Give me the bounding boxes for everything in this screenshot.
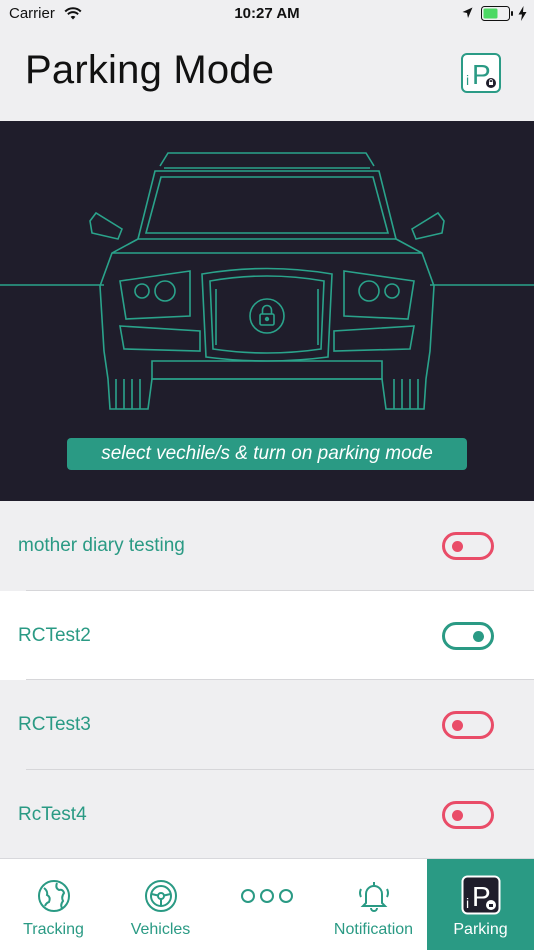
bell-icon <box>358 882 389 912</box>
parking-mode-toggle[interactable] <box>442 800 494 829</box>
tab-parking[interactable]: i P Parking <box>427 859 534 950</box>
hero-banner-area: select vechile/s & turn on parking mode <box>0 121 534 501</box>
vehicle-name: RCTest3 <box>18 714 91 735</box>
tab-label: Notification <box>333 921 414 938</box>
vehicle-row: RcTest4 <box>0 769 534 859</box>
charging-bolt-icon <box>518 6 527 21</box>
toggle-knob <box>452 720 463 731</box>
tab-vehicles[interactable]: Vehicles <box>107 859 214 950</box>
tab-label: Tracking <box>23 921 84 938</box>
steering-wheel-icon <box>144 880 177 912</box>
vehicle-name: mother diary testing <box>18 535 185 556</box>
toggle-knob <box>473 630 484 642</box>
parking-mode-toggle[interactable] <box>442 711 494 739</box>
toggle-knob <box>452 541 463 552</box>
svg-text:i: i <box>466 895 469 911</box>
tab-more[interactable] <box>214 859 320 950</box>
svg-text:i: i <box>466 72 469 88</box>
header: Parking Mode i P <box>0 28 534 121</box>
tab-label: Parking <box>453 921 508 938</box>
status-time: 10:27 AM <box>234 5 300 22</box>
battery-icon <box>481 6 513 21</box>
parking-mode-toggle[interactable] <box>442 621 494 650</box>
vehicle-row: mother diary testing <box>0 501 534 591</box>
vehicle-row: RCTest3 <box>0 680 534 770</box>
car-illustration <box>0 152 534 410</box>
page-title: Parking Mode <box>25 48 275 92</box>
status-bar: Carrier 10:27 AM <box>0 0 534 28</box>
globe-icon <box>37 880 70 912</box>
parking-mode-toggle[interactable] <box>442 532 494 560</box>
tab-bar: Tracking Vehicles Notification i P Parki… <box>0 858 534 950</box>
tab-label: Vehicles <box>130 921 191 938</box>
vehicle-list: mother diary testing RCTest2 RCTest3 RcT… <box>0 501 534 859</box>
location-arrow-icon <box>462 7 473 18</box>
parking-logo-icon: i P <box>461 53 501 93</box>
vehicle-name: RcTest4 <box>18 803 87 825</box>
toggle-knob <box>452 809 463 821</box>
parking-icon: i P <box>461 875 500 915</box>
more-dots-icon <box>241 889 293 903</box>
vehicle-name: RCTest2 <box>18 624 91 646</box>
tab-tracking[interactable]: Tracking <box>0 859 107 950</box>
vehicle-row: RCTest2 <box>0 590 534 680</box>
parking-instruction-banner: select vechile/s & turn on parking mode <box>67 438 467 470</box>
tab-notification[interactable]: Notification <box>320 859 427 950</box>
